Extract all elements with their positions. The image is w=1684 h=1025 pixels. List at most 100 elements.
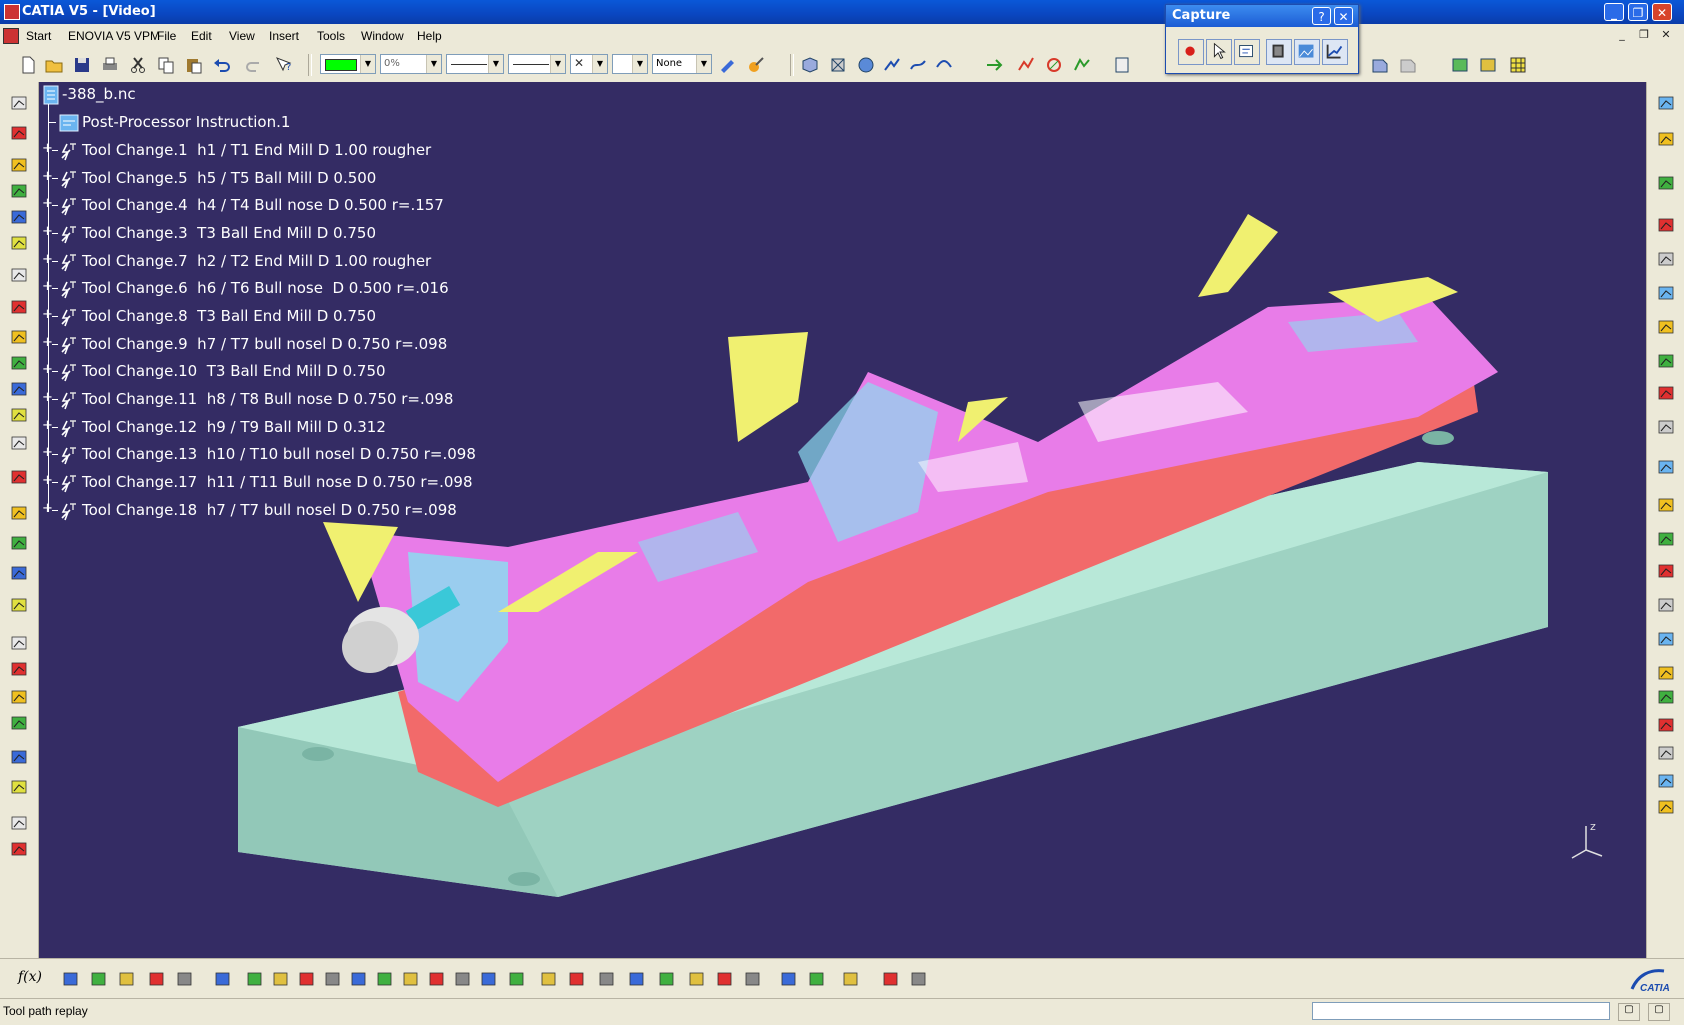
view-tool-icon[interactable]: [538, 968, 560, 990]
capture-options-icon[interactable]: [1234, 39, 1260, 65]
copy-icon[interactable]: [156, 55, 176, 75]
simulation-icon[interactable]: [1016, 55, 1036, 75]
close-button[interactable]: ✕: [1652, 3, 1672, 21]
workbench-tool-icon[interactable]: [1655, 248, 1677, 270]
workbench-tool-icon[interactable]: [1655, 172, 1677, 194]
doc-close-icon[interactable]: ✕: [1658, 28, 1674, 42]
view-tool-icon[interactable]: [478, 968, 500, 990]
menu-help[interactable]: Help: [417, 29, 442, 43]
machining-operation-icon[interactable]: [8, 746, 30, 768]
view-tool-icon[interactable]: [174, 968, 196, 990]
linetype-combo[interactable]: ▼: [446, 54, 504, 74]
formula-icon[interactable]: f(x): [18, 969, 42, 985]
view-tool-icon[interactable]: [714, 968, 736, 990]
replay-icon[interactable]: [984, 55, 1004, 75]
machining-operation-icon[interactable]: [8, 378, 30, 400]
menu-edit[interactable]: Edit: [191, 29, 212, 43]
print-icon[interactable]: [100, 55, 120, 75]
paste-icon[interactable]: [184, 55, 204, 75]
image-icon[interactable]: [1294, 39, 1320, 65]
machining-operation-icon[interactable]: [8, 180, 30, 202]
view-tool-icon[interactable]: [566, 968, 588, 990]
restore-button[interactable]: ❐: [1628, 3, 1648, 21]
view-tool-icon[interactable]: [296, 968, 318, 990]
workbench-tool-icon[interactable]: [1655, 628, 1677, 650]
video-icon[interactable]: [1044, 55, 1064, 75]
machining-operation-icon[interactable]: [8, 776, 30, 798]
cut-icon[interactable]: [128, 55, 148, 75]
workbench-tool-icon[interactable]: [1655, 456, 1677, 478]
workbench-tool-icon[interactable]: [1655, 686, 1677, 708]
machining-operation-icon[interactable]: [8, 686, 30, 708]
view-tool-icon[interactable]: [778, 968, 800, 990]
view-tool-icon[interactable]: [244, 968, 266, 990]
view-tool-icon[interactable]: [322, 968, 344, 990]
machining-operation-icon[interactable]: [8, 326, 30, 348]
doc-restore-icon[interactable]: ❐: [1636, 28, 1652, 42]
machining-operation-icon[interactable]: [8, 812, 30, 834]
workbench-tool-icon[interactable]: [1655, 316, 1677, 338]
shading-icon[interactable]: [856, 55, 876, 75]
view-tool-icon[interactable]: [656, 968, 678, 990]
view-tool-icon[interactable]: [880, 968, 902, 990]
view-tool-icon[interactable]: [426, 968, 448, 990]
view-tool-icon[interactable]: [908, 968, 930, 990]
machining-operation-icon[interactable]: [8, 206, 30, 228]
workbench-tool-icon[interactable]: [1655, 494, 1677, 516]
capture-help-button[interactable]: ?: [1312, 7, 1331, 25]
command-input[interactable]: [1312, 1002, 1610, 1020]
generate-nc-icon[interactable]: [1072, 55, 1092, 75]
transparency-combo[interactable]: 0% ▼: [380, 54, 442, 74]
view-tool-icon[interactable]: [686, 968, 708, 990]
view-tool-icon[interactable]: [400, 968, 422, 990]
workbench-tool-icon[interactable]: [1655, 770, 1677, 792]
capture-close-button[interactable]: ✕: [1334, 7, 1353, 25]
workbench-tool-icon[interactable]: [1655, 594, 1677, 616]
view-tool-icon[interactable]: [88, 968, 110, 990]
grid-icon[interactable]: [1508, 55, 1528, 75]
brush-icon[interactable]: [746, 55, 766, 75]
workbench-tool-icon[interactable]: [1655, 796, 1677, 818]
menu-insert[interactable]: Insert: [269, 29, 299, 43]
workbench-tool-icon[interactable]: [1655, 528, 1677, 550]
view-tool-icon[interactable]: [840, 968, 862, 990]
machining-operation-icon[interactable]: [8, 594, 30, 616]
workbench-tool-icon[interactable]: [1655, 560, 1677, 582]
menu-start[interactable]: Start: [26, 29, 51, 43]
view-tool-icon[interactable]: [596, 968, 618, 990]
view-tool-icon[interactable]: [452, 968, 474, 990]
capture-palette[interactable]: Capture ? ✕: [1165, 4, 1359, 74]
command-close-icon[interactable]: ▢: [1648, 1003, 1670, 1021]
view-tool-icon[interactable]: [146, 968, 168, 990]
analysis-icon[interactable]: [1450, 55, 1470, 75]
save-icon[interactable]: [72, 55, 92, 75]
command-options-icon[interactable]: ▢: [1618, 1003, 1640, 1021]
workbench-tool-icon[interactable]: [1655, 714, 1677, 736]
machining-operation-icon[interactable]: [8, 232, 30, 254]
view-tool-icon[interactable]: [60, 968, 82, 990]
machining-operation-icon[interactable]: [8, 838, 30, 860]
doc-minimize-icon[interactable]: _: [1614, 28, 1630, 42]
workbench-tool-icon[interactable]: [1655, 214, 1677, 236]
machining-operation-icon[interactable]: [8, 632, 30, 654]
album-icon[interactable]: [1266, 39, 1292, 65]
document-icon[interactable]: [3, 28, 19, 44]
redo-icon[interactable]: [244, 55, 264, 75]
sketch-icon[interactable]: [1370, 55, 1390, 75]
painter-icon[interactable]: [718, 55, 738, 75]
record-icon[interactable]: [1178, 39, 1204, 65]
machining-operation-icon[interactable]: [8, 154, 30, 176]
select-icon[interactable]: [1206, 39, 1232, 65]
point-symbol-combo[interactable]: ✕ ▼: [570, 54, 608, 74]
machining-operation-icon[interactable]: [8, 264, 30, 286]
whats-this-icon[interactable]: ?: [274, 55, 294, 75]
view-tool-icon[interactable]: [506, 968, 528, 990]
color-combo[interactable]: ▼: [320, 54, 376, 74]
tree-root[interactable]: -388_b.nc: [38, 82, 136, 108]
analysis2-icon[interactable]: [1478, 55, 1498, 75]
machining-operation-icon[interactable]: [8, 352, 30, 374]
workbench-tool-icon[interactable]: [1655, 382, 1677, 404]
cube-view-icon[interactable]: [828, 55, 848, 75]
view-tool-icon[interactable]: [348, 968, 370, 990]
machining-icon[interactable]: [908, 55, 928, 75]
